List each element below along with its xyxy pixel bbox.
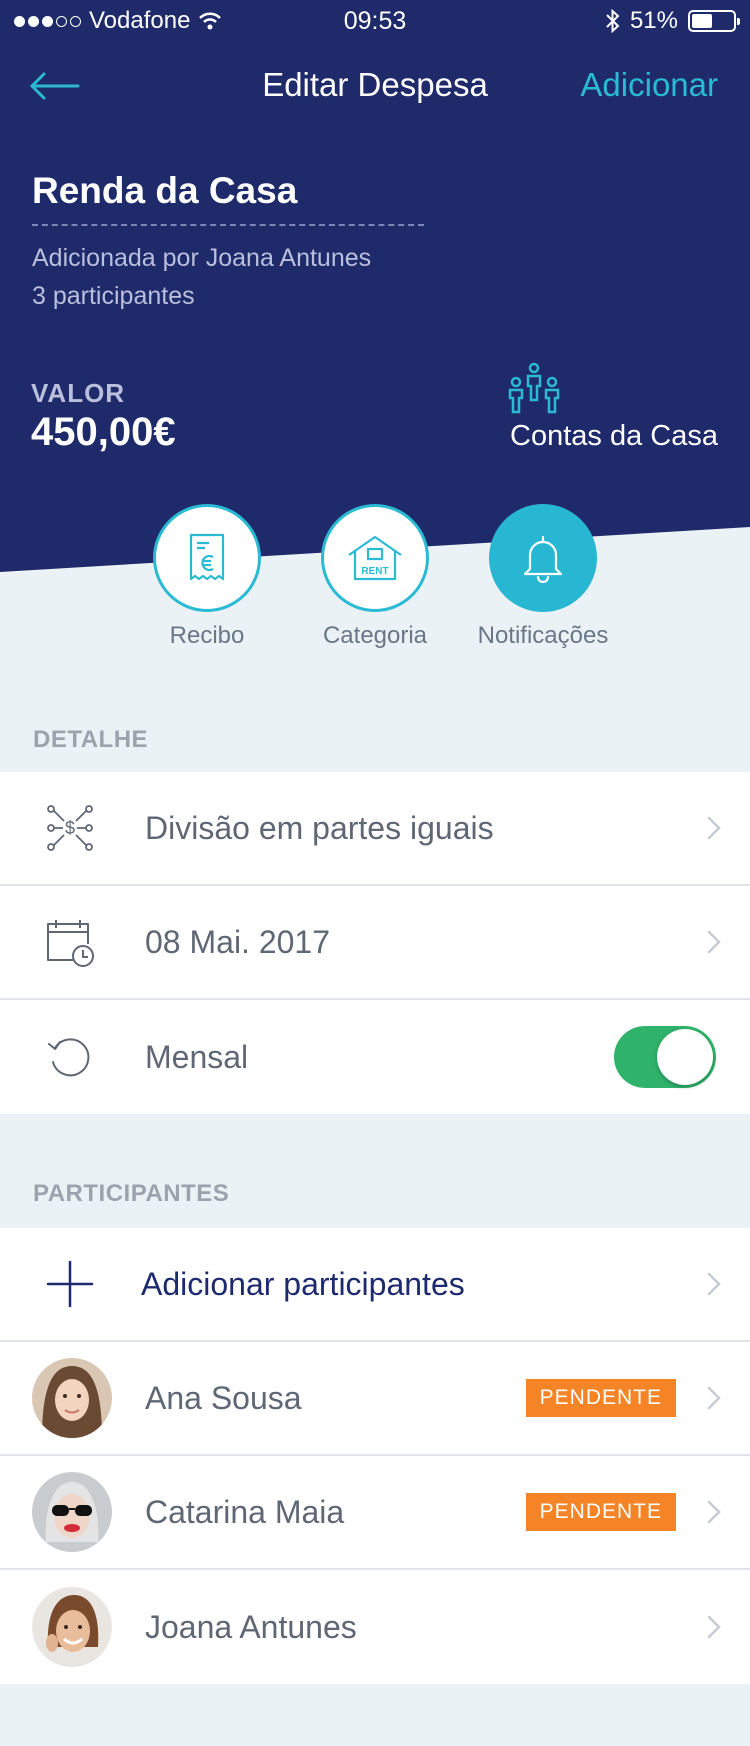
participants-count: 3 participantes — [32, 282, 195, 310]
chevron-right-icon — [707, 1615, 721, 1639]
notifications-button[interactable]: Notificações — [448, 504, 638, 650]
split-money-icon: $ — [47, 805, 93, 851]
toggle-knob — [657, 1029, 713, 1085]
add-participants-label: Adicionar participantes — [141, 1265, 465, 1302]
avatar — [32, 1587, 112, 1667]
recurrence-row: Mensal — [0, 1000, 750, 1114]
bluetooth-icon — [606, 9, 620, 33]
participants-list: Adicionar participantes Ana Sousa PENDEN… — [0, 1228, 750, 1684]
battery-icon — [688, 10, 740, 32]
group-name[interactable]: Contas da Casa — [510, 420, 718, 453]
category-button[interactable]: RENT Categoria — [280, 504, 470, 650]
chevron-right-icon — [707, 816, 721, 840]
name-field-underline — [32, 224, 424, 226]
participant-row[interactable]: Ana Sousa PENDENTE — [0, 1342, 750, 1456]
date-row[interactable]: 08 Mai. 2017 — [0, 886, 750, 1000]
status-badge: PENDENTE — [525, 1379, 676, 1417]
add-button[interactable]: Adicionar — [580, 66, 718, 104]
recurring-icon — [48, 1038, 90, 1077]
expense-value-field[interactable]: 450,00€ — [31, 410, 176, 455]
split-mode-label: Divisão em partes iguais — [145, 809, 494, 846]
recurrence-label: Mensal — [145, 1038, 249, 1075]
avatar — [32, 1358, 112, 1438]
svg-text:RENT: RENT — [361, 566, 388, 577]
svg-text:$: $ — [65, 818, 75, 838]
added-by-text: Adicionada por Joana Antunes — [32, 244, 372, 272]
split-mode-row[interactable]: $ Divisão em partes iguais — [0, 772, 750, 886]
date-label: 08 Mai. 2017 — [145, 923, 331, 960]
notifications-label: Notificações — [477, 622, 609, 649]
avatar — [32, 1472, 112, 1552]
participant-name: Catarina Maia — [145, 1493, 345, 1530]
participant-name: Ana Sousa — [145, 1379, 302, 1416]
receipt-euro-icon — [189, 533, 225, 581]
recurrence-toggle[interactable] — [614, 1026, 716, 1088]
participant-row[interactable]: Joana Antunes — [0, 1570, 750, 1684]
participants-section-header: PARTICIPANTES — [33, 1180, 230, 1207]
calendar-clock-icon — [47, 920, 94, 967]
participant-row[interactable]: Catarina Maia PENDENTE — [0, 1456, 750, 1570]
battery-percent: 51% — [629, 7, 678, 34]
action-buttons: Recibo RENT Categoria Notificações — [0, 504, 750, 649]
detail-list: $ Divisão em partes iguais 08 Mai. 2017 — [0, 772, 750, 1114]
value-label: VALOR — [31, 378, 126, 408]
chevron-right-icon — [707, 1386, 721, 1410]
house-rent-icon: RENT — [348, 535, 402, 581]
add-participants-row[interactable]: Adicionar participantes — [0, 1228, 750, 1342]
bell-icon — [523, 535, 563, 583]
plus-icon — [46, 1260, 94, 1308]
navigation-bar: Editar Despesa Adicionar — [0, 58, 750, 118]
category-label: Categoria — [322, 622, 428, 649]
chevron-right-icon — [707, 1500, 721, 1524]
expense-name-field[interactable]: Renda da Casa — [32, 170, 297, 212]
receipt-label: Recibo — [169, 622, 245, 649]
participant-name: Joana Antunes — [145, 1608, 357, 1645]
status-bar: Vodafone 09:53 51% — [0, 0, 750, 40]
status-badge: PENDENTE — [525, 1493, 676, 1531]
receipt-button[interactable]: Recibo — [112, 504, 302, 650]
chevron-right-icon — [707, 930, 721, 954]
battery-level — [692, 14, 713, 28]
group-people-icon — [508, 362, 560, 414]
detail-section-header: DETALHE — [33, 726, 149, 753]
chevron-right-icon — [707, 1272, 721, 1296]
